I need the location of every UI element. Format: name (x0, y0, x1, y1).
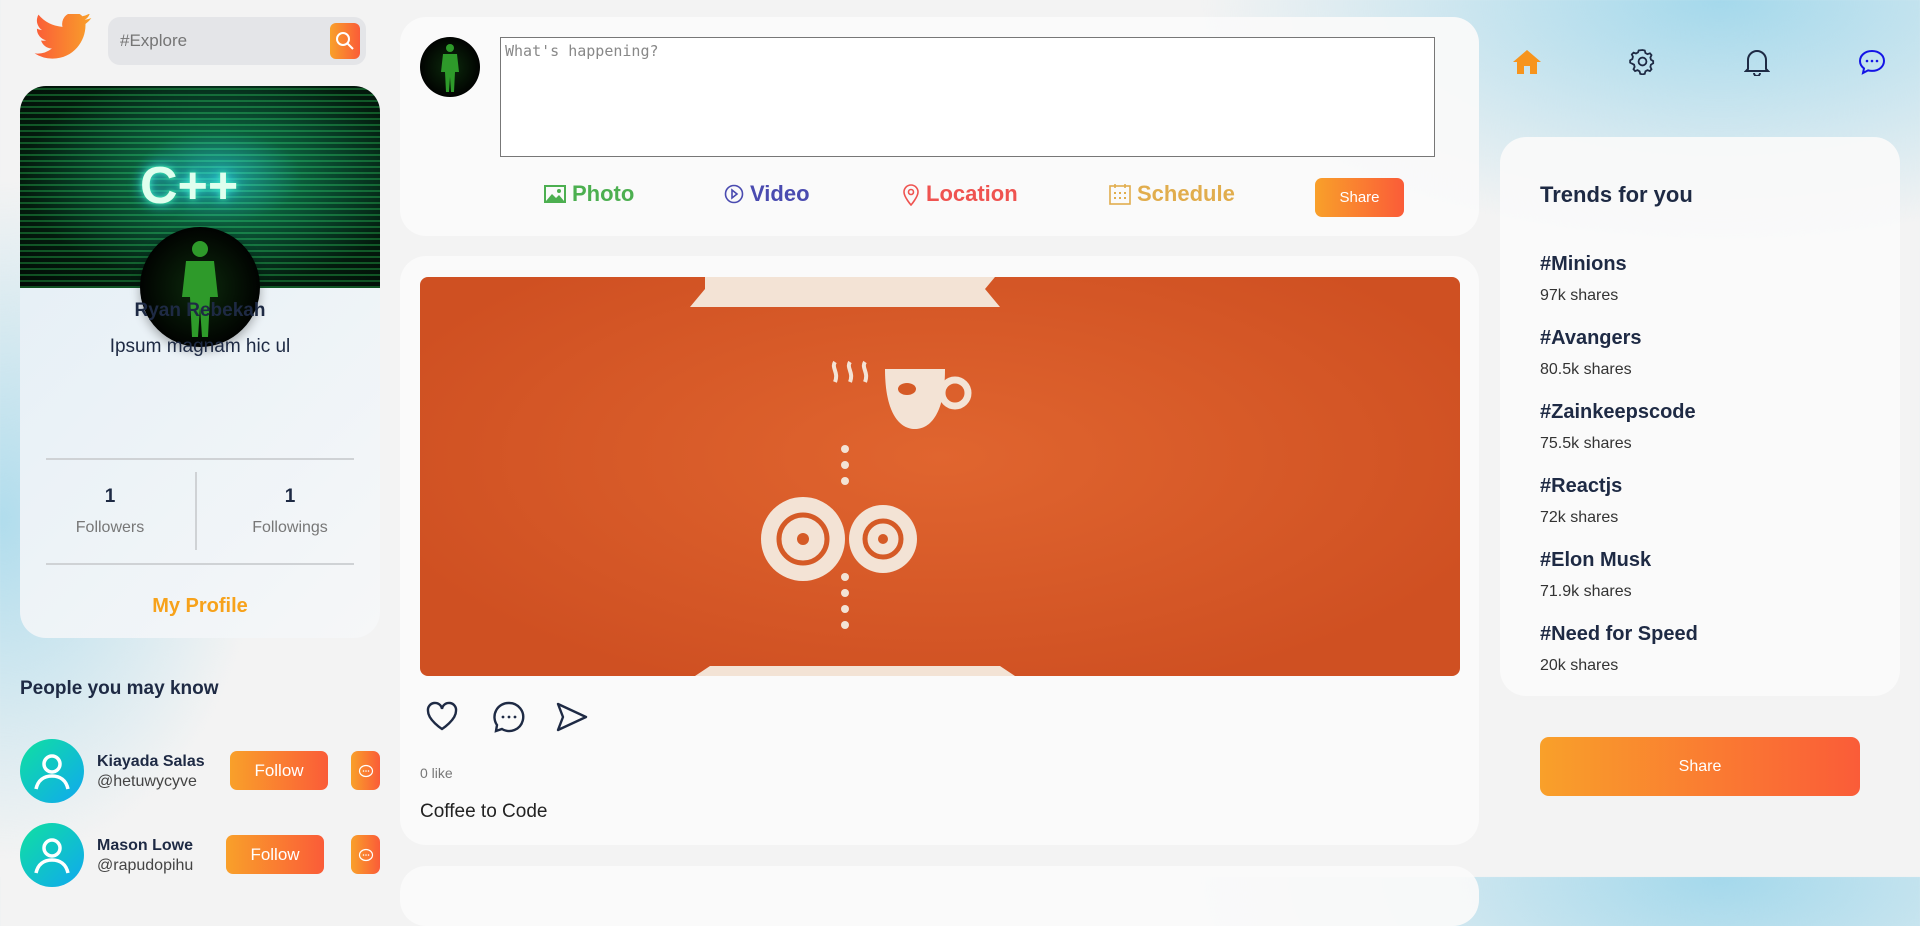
person-item: Kiayada Salas @hetuwycyve Follow (20, 739, 380, 803)
like-count: 0 like (420, 765, 453, 781)
calendar-icon (1109, 184, 1131, 205)
my-profile-link[interactable]: My Profile (20, 595, 380, 618)
person-handle: @rapudopihu (97, 857, 194, 874)
chat-icon (358, 848, 373, 861)
followers-count: 1 (104, 486, 116, 507)
message-button[interactable] (351, 835, 380, 874)
trend-shares: 75.5k shares (1540, 435, 1632, 452)
search-icon (336, 32, 354, 50)
photo-label: Photo (572, 181, 635, 206)
composer-avatar (420, 37, 480, 97)
trend-tag[interactable]: #Elon Musk (1540, 549, 1651, 572)
person-avatar[interactable] (20, 823, 84, 887)
comment-icon[interactable] (492, 700, 526, 734)
trend-tag[interactable]: #Need for Speed (1540, 623, 1698, 646)
user-icon (34, 754, 70, 790)
trend-shares: 80.5k shares (1540, 361, 1632, 378)
followings-count: 1 (284, 486, 296, 507)
post-image (420, 277, 1460, 676)
twitter-logo-icon[interactable] (32, 14, 94, 66)
location-pin-icon (903, 184, 919, 206)
location-button[interactable]: Location (902, 181, 1018, 207)
composer-share-button[interactable]: Share (1315, 178, 1404, 217)
follow-button[interactable]: Follow (230, 751, 328, 790)
trend-tag[interactable]: #Zainkeepscode (1540, 401, 1696, 424)
trend-shares: 97k shares (1540, 287, 1619, 304)
profile-avatar[interactable] (140, 227, 260, 347)
divider (46, 458, 354, 460)
profile-name: Ryan Rebekah (134, 300, 266, 321)
trend-tag[interactable]: #Avangers (1540, 327, 1642, 350)
search-input[interactable] (120, 17, 320, 65)
person-item: Mason Lowe @rapudopihu Follow (20, 823, 380, 887)
followers-label: Followers (75, 519, 145, 536)
search-button[interactable] (330, 23, 360, 59)
people-title: People you may know (20, 678, 219, 699)
photo-button[interactable]: Photo (544, 181, 634, 207)
cover-logo: C++ (140, 157, 239, 215)
post-composer: Photo Video Location Schedule Share (400, 17, 1479, 236)
chat-icon[interactable] (1858, 48, 1886, 76)
followings-label: Followings (252, 519, 328, 536)
profile-card: C++ Ryan Rebekah Ipsum magnam hic ul 1 F… (20, 86, 380, 638)
post-caption: Coffee to Code (420, 801, 548, 822)
trends-card: Trends for you #Minions 97k shares #Avan… (1500, 137, 1900, 696)
chat-icon (358, 764, 373, 777)
trend-shares: 20k shares (1540, 657, 1619, 674)
home-icon[interactable] (1512, 48, 1542, 76)
schedule-button[interactable]: Schedule (1109, 181, 1235, 207)
bell-icon[interactable] (1744, 48, 1770, 76)
image-icon (544, 185, 566, 203)
post-textarea[interactable] (500, 37, 1435, 157)
trend-shares: 72k shares (1540, 509, 1619, 526)
message-button[interactable] (351, 751, 380, 790)
person-handle: @hetuwycyve (97, 773, 197, 790)
person-name: Kiayada Salas (97, 753, 205, 770)
user-icon (34, 838, 70, 874)
location-label: Location (926, 181, 1018, 206)
trend-tag[interactable]: #Reactjs (1540, 475, 1622, 498)
divider (195, 472, 197, 550)
person-name: Mason Lowe (97, 837, 194, 854)
gear-icon[interactable] (1629, 48, 1656, 75)
follow-button[interactable]: Follow (226, 835, 324, 874)
share-button[interactable]: Share (1540, 737, 1860, 796)
trends-title: Trends for you (1540, 182, 1693, 207)
schedule-label: Schedule (1137, 181, 1235, 206)
video-label: Video (750, 181, 810, 206)
video-button[interactable]: Video (724, 181, 810, 207)
send-icon[interactable] (556, 702, 588, 732)
trend-shares: 71.9k shares (1540, 583, 1632, 600)
divider (46, 563, 354, 565)
like-heart-icon[interactable] (426, 701, 458, 731)
profile-bio: Ipsum magnam hic ul (109, 336, 291, 357)
next-post-card (400, 866, 1479, 926)
trend-tag[interactable]: #Minions (1540, 253, 1627, 276)
play-circle-icon (724, 184, 744, 204)
post-card: 0 like Coffee to Code (400, 256, 1479, 845)
search-bar (108, 17, 366, 65)
person-avatar[interactable] (20, 739, 84, 803)
